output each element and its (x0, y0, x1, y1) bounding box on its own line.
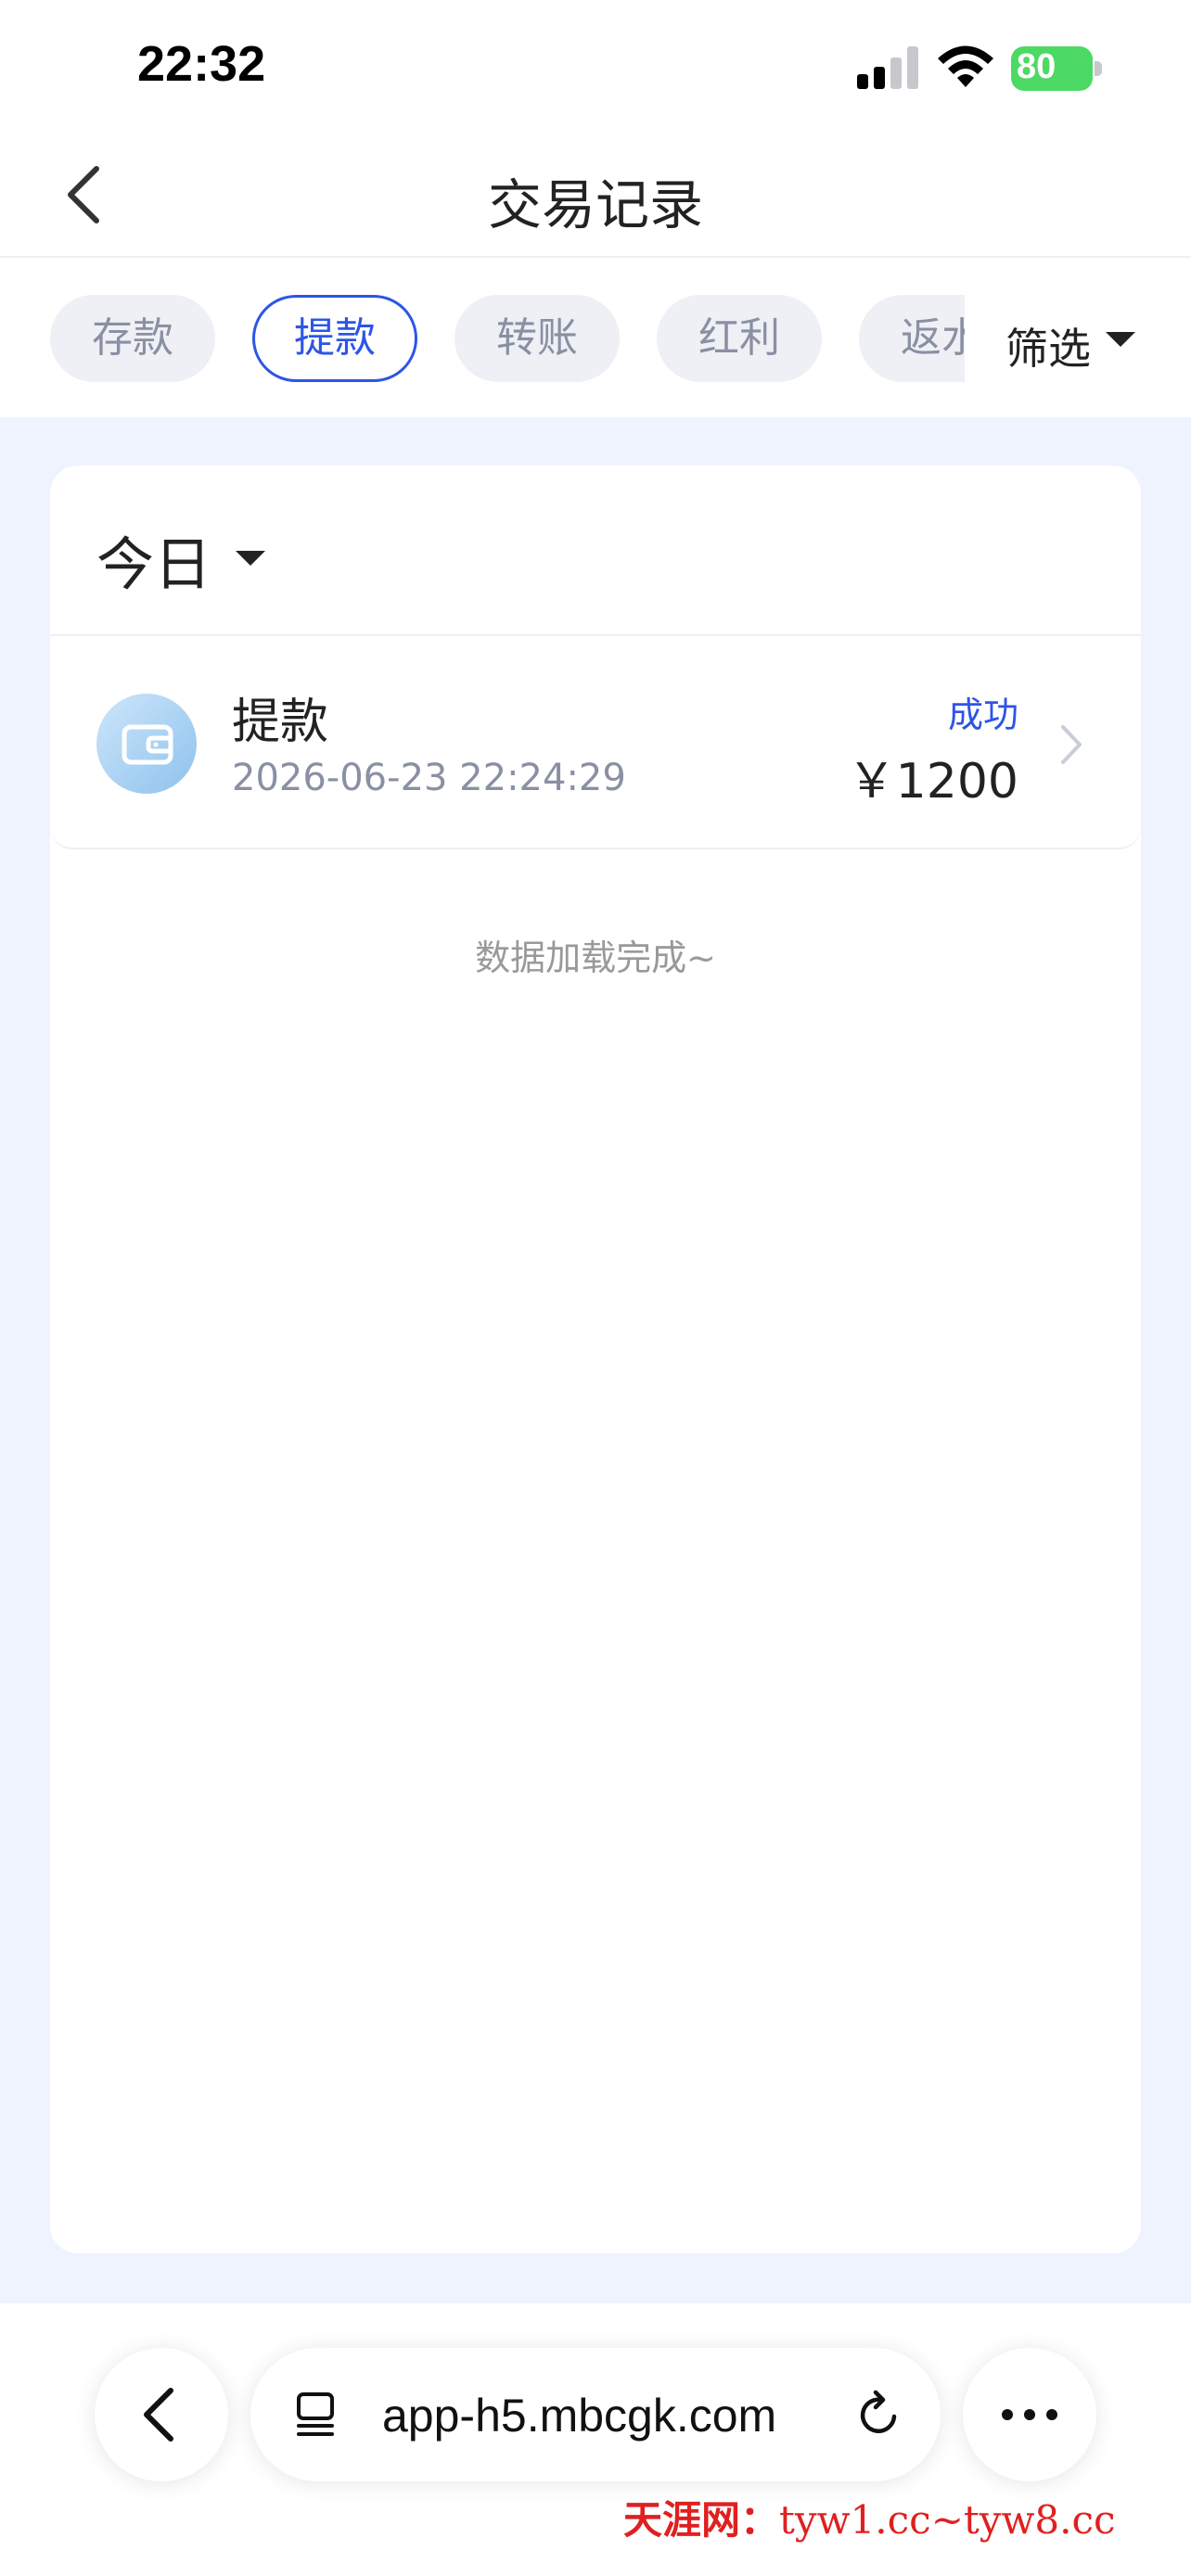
url-text: app-h5.mbcgk.com (382, 2390, 777, 2442)
tab-bonus[interactable]: 红利 (657, 295, 822, 382)
reload-icon[interactable] (853, 2389, 905, 2441)
chevron-right-icon (1061, 725, 1082, 764)
tab-rebate[interactable]: 返水 (859, 295, 965, 382)
tabs-scroll-container[interactable]: 存款 提款 转账 红利 返水 (0, 260, 965, 417)
page-header: 交易记录 (0, 130, 1191, 258)
battery-indicator: 80 (1011, 46, 1102, 91)
transaction-type-tabs: 存款 提款 转账 红利 返水 筛选 (0, 260, 1191, 417)
wallet-icon (96, 694, 197, 794)
wifi-icon (938, 45, 993, 87)
tabs-icon (297, 2392, 334, 2436)
tab-deposit[interactable]: 存款 (50, 295, 215, 382)
date-range-selector[interactable]: 今日 (96, 517, 265, 598)
page-title: 交易记录 (487, 173, 703, 236)
transaction-type: 提款 (232, 695, 329, 750)
browser-back-button[interactable] (95, 2348, 228, 2481)
cellular-signal-icon (857, 46, 918, 89)
chevron-left-icon (144, 2388, 173, 2442)
watermark-brand: 天涯网： (623, 2497, 780, 2543)
caret-down-icon (236, 551, 265, 566)
transaction-amount: ￥1200 (847, 754, 1018, 810)
transaction-time: 2026-06-23 22:24:29 (232, 757, 626, 799)
status-time: 22:32 (137, 36, 266, 92)
more-dots-icon (1002, 2409, 1057, 2420)
load-status-text: 数据加载完成~ (475, 937, 716, 978)
address-bar[interactable]: app-h5.mbcgk.com (250, 2348, 941, 2481)
battery-level: 80 (1017, 47, 1057, 86)
caret-down-icon (1106, 332, 1135, 347)
tab-transfer[interactable]: 转账 (455, 295, 620, 382)
date-range-label: 今日 (96, 530, 212, 598)
watermark-text: tyw1.cc~tyw8.cc (779, 2497, 1116, 2543)
watermark: 天涯网：tyw1.cc~tyw8.cc (623, 2489, 1116, 2545)
filter-button[interactable]: 筛选 (965, 295, 1191, 382)
more-options-button[interactable] (963, 2348, 1096, 2481)
tab-withdraw[interactable]: 提款 (252, 295, 417, 382)
transaction-row[interactable]: 提款 2026-06-23 22:24:29 成功 ￥1200 (50, 636, 1141, 849)
records-card: 今日 提款 2026-06-23 22:24:29 成功 ￥1200 数据加载完… (50, 465, 1141, 2253)
filter-label: 筛选 (1005, 324, 1091, 374)
status-badge: 成功 (947, 695, 1018, 735)
status-bar: 22:32 80 (0, 0, 1191, 130)
